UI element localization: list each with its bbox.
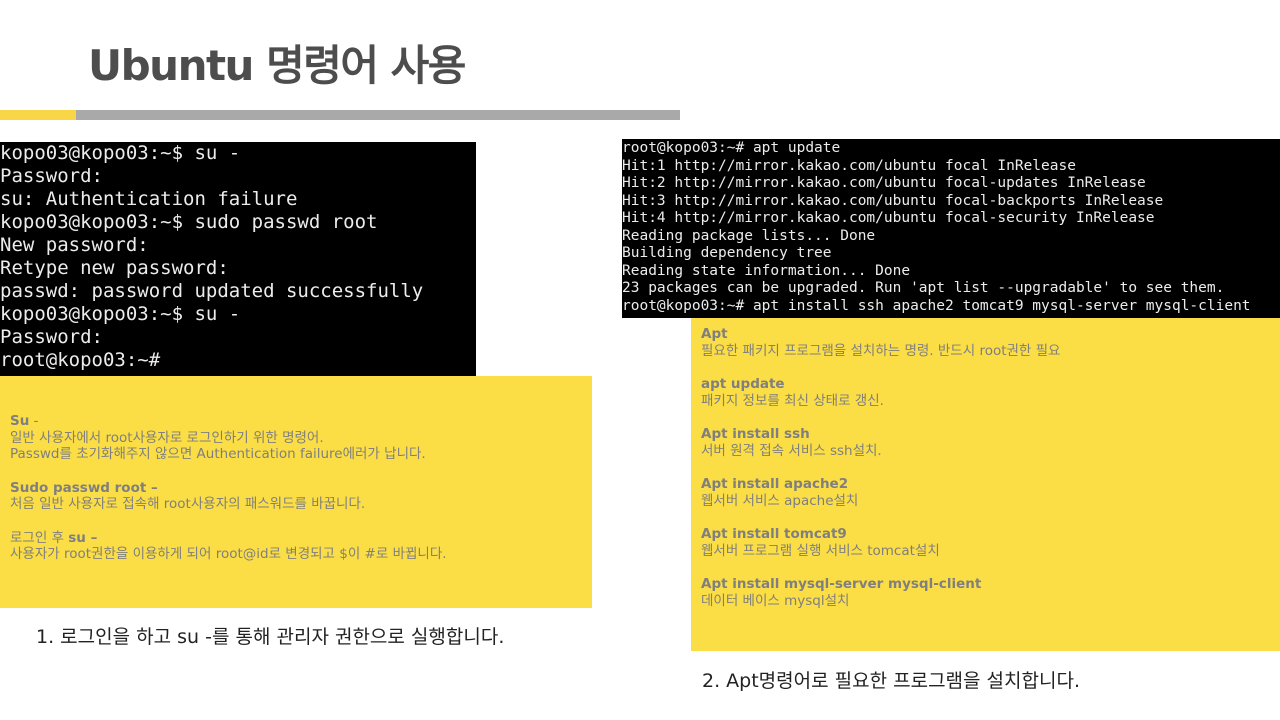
note-text: 일반 사용자에서 root사용자로 로그인하기 위한 명령어. [10, 429, 324, 446]
terminal-line: root@kopo03:~# [0, 349, 161, 371]
caption-step-2: 2. Apt명령어로 필요한 프로그램을 설치합니다. [702, 670, 1080, 692]
note-text: 패키지 정보를 최신 상태로 갱신. [701, 392, 884, 409]
note-text: 데이터 베이스 mysql설치 [701, 592, 850, 609]
terminal-line: su: Authentication failure [0, 188, 298, 210]
note-heading: Sudo passwd root – [10, 479, 158, 496]
terminal-line: Reading state information... Done [622, 262, 911, 279]
note-block-su: Su - 일반 사용자에서 root사용자로 로그인하기 위한 명령어. Pas… [10, 413, 582, 463]
note-text: 처음 일반 사용자로 접속해 root사용자의 패스워드를 바꿉니다. [10, 496, 366, 512]
note-text: 웹서버 서비스 apache설치 [701, 492, 859, 509]
note-heading: Apt install ssh [701, 426, 810, 442]
note-heading: apt update [701, 376, 785, 392]
note-text: Passwd를 초기화해주지 않으면 Authentication failur… [10, 446, 426, 462]
terminal-line: kopo03@kopo03:~$ su - [0, 142, 241, 164]
terminal-line: 23 packages can be upgraded. Run 'apt li… [622, 280, 1225, 296]
note-block: Apt install tomcat9 웹서버 프로그램 실행 서비스 tomc… [701, 526, 1270, 559]
note-block: apt update 패키지 정보를 최신 상태로 갱신. [701, 376, 1270, 409]
terminal-line: Building dependency tree [622, 245, 832, 261]
terminal-line: Retype new password: [0, 257, 229, 279]
slide-title: Ubuntu 명령어 사용 [88, 41, 466, 90]
note-text: 서버 원격 접속 서비스 ssh설치. [701, 442, 882, 459]
caption-step-1: 1. 로그인을 하고 su -를 통해 관리자 권한으로 실행합니다. [36, 626, 505, 648]
terminal-line: kopo03@kopo03:~$ su - [0, 303, 241, 325]
note-text: 웹서버 프로그램 실행 서비스 tomcat설치 [701, 542, 940, 559]
terminal-line: Hit:1 http://mirror.kakao.com/ubuntu foc… [622, 157, 1076, 174]
note-block: Apt install apache2 웹서버 서비스 apache설치 [701, 476, 1270, 509]
note-heading-dash: - [29, 413, 39, 429]
note-block-sudo: Sudo passwd root – 처음 일반 사용자로 접속해 root사용… [10, 480, 582, 513]
note-heading: Apt install tomcat9 [701, 526, 847, 542]
accent-bar-yellow [0, 110, 76, 120]
note-heading: Apt install mysql-server mysql-client [701, 576, 982, 592]
terminal-screenshot-apt: root@kopo03:~# apt update Hit:1 http://m… [622, 139, 1280, 318]
note-heading: Su [10, 413, 30, 429]
note-heading: su – [68, 529, 98, 546]
terminal-line: Password: [0, 165, 103, 187]
note-block: Apt install mysql-server mysql-client 데이… [701, 576, 1270, 609]
note-block: Apt 필요한 패키지 프로그램을 설치하는 명령. 반드시 root권한 필요 [701, 326, 1270, 359]
terminal-line: New password: [0, 234, 149, 256]
note-block-login: 로그인 후 su – 사용자가 root권한을 이용하게 되어 root@id로… [10, 530, 582, 563]
note-text: 로그인 후 [10, 529, 69, 546]
note-text: 사용자가 root권한을 이용하게 되어 root@id로 변경되고 $이 #로… [10, 546, 447, 562]
note-block: Apt install ssh 서버 원격 접속 서비스 ssh설치. [701, 426, 1270, 459]
terminal-line: Hit:4 http://mirror.kakao.com/ubuntu foc… [622, 210, 1155, 226]
terminal-line: root@kopo03:~# apt update [622, 140, 841, 156]
terminal-line: Hit:3 http://mirror.kakao.com/ubuntu foc… [622, 192, 1164, 209]
terminal-line: passwd: password updated successfully [0, 280, 424, 302]
terminal-line: kopo03@kopo03:~$ sudo passwd root [0, 211, 378, 233]
terminal-line: Hit:2 http://mirror.kakao.com/ubuntu foc… [622, 175, 1146, 191]
terminal-screenshot-su: kopo03@kopo03:~$ su - Password: su: Auth… [0, 142, 476, 376]
note-heading: Apt [701, 326, 728, 342]
note-heading: Apt install apache2 [701, 476, 849, 492]
terminal-line: root@kopo03:~# apt install ssh apache2 t… [622, 297, 1251, 314]
note-box-apt: Apt 필요한 패키지 프로그램을 설치하는 명령. 반드시 root권한 필요… [691, 318, 1280, 651]
terminal-line: Password: [0, 326, 103, 348]
note-text: 필요한 패키지 프로그램을 설치하는 명령. 반드시 root권한 필요 [701, 342, 1061, 359]
note-box-su: Su - 일반 사용자에서 root사용자로 로그인하기 위한 명령어. Pas… [0, 376, 592, 608]
terminal-line: Reading package lists... Done [622, 227, 876, 244]
accent-bar-gray [76, 110, 680, 120]
